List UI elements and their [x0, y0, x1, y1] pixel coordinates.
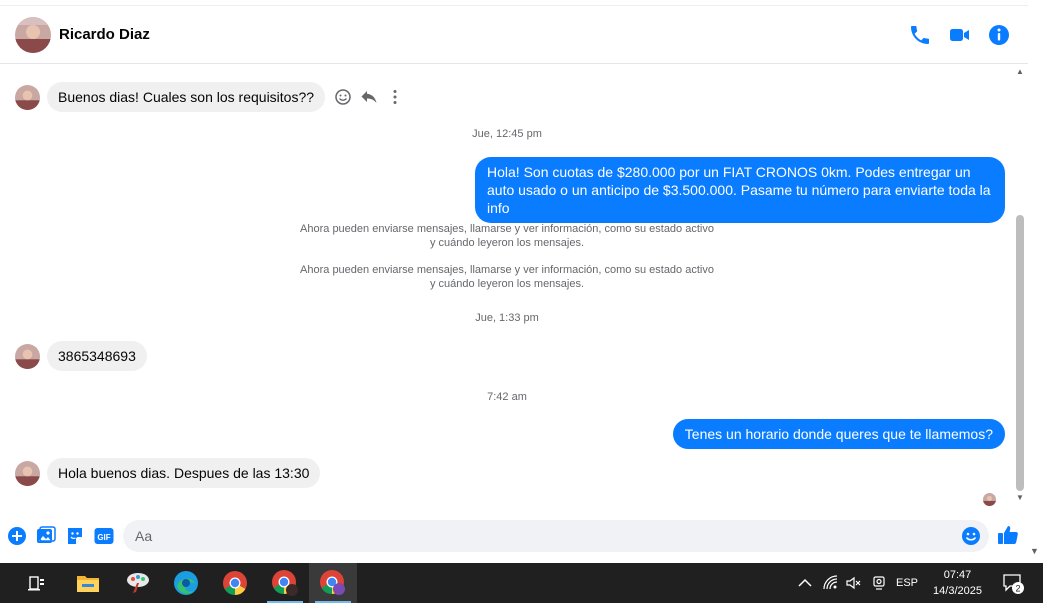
message-row-incoming: 3865348693 [15, 341, 147, 371]
notification-count: 2 [1015, 584, 1020, 594]
contact-avatar-small[interactable] [15, 460, 40, 486]
message-composer: GIF [0, 513, 1028, 559]
message-thread: Buenos dias! Cuales son los requisitos??… [0, 65, 1028, 510]
gif-icon[interactable]: GIF [94, 526, 114, 546]
sticker-icon[interactable] [65, 526, 85, 546]
notifications-icon[interactable]: 2 [999, 563, 1027, 603]
info-icon[interactable] [987, 23, 1011, 47]
scroll-down-arrow-icon[interactable]: ▼ [1016, 493, 1024, 502]
thread-scrollbar[interactable]: ▲ ▼ [1014, 65, 1026, 510]
system-notice: Ahora pueden enviarse mensajes, llamarse… [0, 222, 1014, 250]
timestamp: Jue, 12:45 pm [472, 128, 542, 140]
message-bubble-incoming[interactable]: 3865348693 [47, 341, 147, 371]
contact-name[interactable]: Ricardo Diaz [59, 26, 150, 43]
messenger-window: Ricardo Diaz Buenos dias! Cuales son los… [0, 0, 1043, 603]
scrollbar-thumb[interactable] [1016, 215, 1024, 491]
gif-label: GIF [97, 533, 110, 542]
clock-time: 07:47 [943, 569, 972, 581]
more-options-icon[interactable] [386, 88, 404, 106]
page-scroll-down-icon[interactable]: ▼ [1030, 546, 1039, 556]
image-icon[interactable] [36, 526, 56, 546]
message-input-wrapper [123, 520, 989, 552]
timestamp: 7:42 am [487, 391, 527, 403]
timestamp: Jue, 1:33 pm [475, 312, 539, 324]
emoji-icon[interactable] [961, 526, 981, 546]
paint-icon[interactable] [114, 563, 162, 603]
seen-receipt-avatar [983, 493, 996, 506]
video-camera-icon[interactable] [948, 23, 972, 47]
system-notice-line: Ahora pueden enviarse mensajes, llamarse… [300, 264, 714, 276]
input-language-indicator[interactable]: ESP [893, 563, 921, 603]
system-notice-line: y cuándo leyeron los mensajes. [429, 237, 585, 249]
message-input[interactable] [135, 520, 955, 552]
meet-now-icon[interactable] [869, 563, 889, 603]
message-actions [334, 88, 412, 106]
message-bubble-incoming[interactable]: Buenos dias! Cuales son los requisitos?? [47, 82, 326, 112]
like-icon[interactable] [997, 524, 1019, 546]
clock-date: 14/3/2025 [933, 585, 982, 597]
chrome-icon[interactable] [211, 563, 259, 603]
language-label: ESP [895, 577, 918, 589]
file-explorer-icon[interactable] [64, 563, 112, 603]
message-bubble-outgoing[interactable]: Hola! Son cuotas de $280.000 por un FIAT… [475, 157, 1005, 223]
system-notice: Ahora pueden enviarse mensajes, llamarse… [0, 263, 1014, 291]
reply-icon[interactable] [360, 88, 378, 106]
message-bubble-outgoing[interactable]: Tenes un horario donde queres que te lla… [672, 419, 1005, 449]
plus-icon[interactable] [7, 526, 27, 546]
contact-avatar[interactable] [15, 17, 51, 53]
volume-muted-icon[interactable] [843, 563, 863, 603]
show-hidden-icons-icon[interactable] [795, 563, 815, 603]
chrome-incognito-icon[interactable] [309, 563, 357, 603]
contact-avatar-small[interactable] [15, 84, 40, 110]
chat-header: Ricardo Diaz [0, 6, 1028, 64]
scroll-up-arrow-icon[interactable]: ▲ [1016, 67, 1024, 76]
message-row-incoming: Hola buenos dias. Despues de las 13:30 [15, 458, 321, 488]
system-clock[interactable]: 07:47 14/3/2025 [920, 567, 995, 599]
phone-icon[interactable] [908, 23, 932, 47]
contact-avatar-small[interactable] [15, 343, 40, 369]
windows-taskbar: ESP 07:47 14/3/2025 2 [0, 563, 1043, 603]
message-bubble-incoming[interactable]: Hola buenos dias. Despues de las 13:30 [47, 458, 321, 488]
task-view-icon[interactable] [13, 563, 61, 603]
system-notice-line: y cuándo leyeron los mensajes. [429, 278, 585, 290]
system-notice-line: Ahora pueden enviarse mensajes, llamarse… [300, 223, 714, 235]
edge-icon[interactable] [162, 563, 210, 603]
network-icon[interactable] [821, 563, 841, 603]
chrome-profile-icon[interactable] [261, 563, 309, 603]
message-row-incoming: Buenos dias! Cuales son los requisitos?? [15, 82, 412, 112]
emoji-react-icon[interactable] [334, 88, 352, 106]
